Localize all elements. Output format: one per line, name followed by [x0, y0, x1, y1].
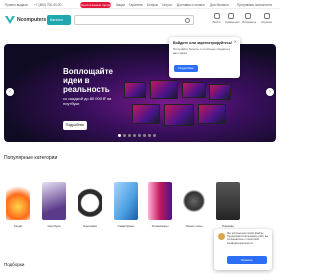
banner-details-button[interactable]: Подробнее — [63, 121, 87, 130]
cookie-banner: Мы используем cookie-файлы. Продолжая ис… — [214, 229, 272, 270]
pagination-dot[interactable] — [153, 134, 156, 137]
cart-icon — [263, 13, 270, 19]
category-label: Телевизоры — [151, 224, 169, 228]
cart-button[interactable]: Корзина — [261, 13, 272, 24]
banner-title: Воплощайте идеи в реальность — [63, 67, 113, 94]
pagination-dot[interactable] — [143, 134, 146, 137]
favorites-button[interactable]: Избранное — [242, 13, 257, 24]
login-popup: ✕ Войдите или зарегистрируйтесь! Получай… — [169, 37, 240, 78]
login-label: Войти — [212, 20, 221, 24]
login-button[interactable]: Войти — [211, 13, 222, 24]
loyalty-link[interactable]: Программа лояльности — [237, 3, 272, 7]
tv-icon — [148, 182, 172, 220]
phone-number[interactable]: +7 (800) 700-00-00 — [34, 3, 61, 7]
categories-title: Популярные категории — [4, 155, 58, 161]
nav-link-promos[interactable]: Акции — [116, 3, 125, 7]
favorites-label: Избранное — [242, 20, 257, 24]
nav-link-business[interactable]: Для бизнеса — [210, 3, 229, 7]
pickup-points-link[interactable]: Пункты выдачи — [5, 3, 28, 7]
pagination-dot[interactable] — [118, 134, 121, 137]
search-icon[interactable] — [185, 18, 190, 23]
banner-subtitle: со скидкой до 80 000 ₽ на ноутбуки — [63, 96, 112, 106]
popup-text: Получайте бонусы и отличные скидки на ва… — [173, 47, 230, 55]
category-item-laptops[interactable]: Ноутбуки — [40, 182, 68, 228]
user-icon — [213, 13, 220, 19]
category-label: Акции — [13, 224, 23, 228]
banner-next-arrow[interactable]: › — [266, 88, 274, 96]
fire-icon — [6, 182, 30, 220]
pagination-dot[interactable] — [138, 134, 141, 137]
compare-button[interactable]: Сравнение — [225, 13, 240, 24]
category-item-smartwatches[interactable]: Умные часы — [180, 182, 208, 228]
category-item-headphones[interactable]: Наушники — [76, 182, 104, 228]
search-input[interactable] — [74, 15, 194, 25]
cookie-icon — [218, 233, 225, 240]
pagination-dot[interactable] — [148, 134, 151, 137]
category-label: Наушники — [82, 224, 98, 228]
pagination-dot[interactable] — [133, 134, 136, 137]
laptop-image — [209, 84, 231, 100]
nav-link-services[interactable]: Услуги — [162, 3, 172, 7]
backpack-icon — [216, 182, 240, 220]
headphones-icon — [78, 182, 102, 220]
laptop-image — [198, 104, 226, 124]
logo-mark-icon — [5, 16, 15, 24]
cookie-text: Мы используем cookie-файлы. Продолжая ис… — [227, 232, 269, 245]
cookie-accept-button[interactable]: Принять — [227, 256, 267, 264]
category-item-backpacks[interactable]: Рюкзаки — [214, 182, 242, 228]
nav-link-bonuses[interactable]: Бонусы — [147, 3, 158, 7]
banner-pagination — [118, 134, 156, 137]
compare-label: Сравнение — [225, 20, 240, 24]
laptop-image — [164, 104, 194, 126]
nav-link-warranty[interactable]: Гарантия — [129, 3, 143, 7]
pagination-dot[interactable] — [128, 134, 131, 137]
category-item-promos[interactable]: Акции — [4, 182, 32, 228]
site-header: Ncomputers Каталог Войти Сравнение Избра… — [0, 9, 280, 31]
compare-icon — [227, 13, 234, 19]
laptop-image — [124, 82, 146, 98]
picks-title: Подборки — [4, 262, 25, 267]
promo-pill[interactable]: Акции в вашем городе — [80, 1, 111, 8]
close-icon[interactable]: ✕ — [234, 39, 237, 44]
logo-text: Ncomputers — [17, 17, 47, 23]
watch-icon — [182, 182, 206, 220]
popup-title: Войдите или зарегистрируйтесь! — [173, 41, 233, 45]
category-label: Смартфоны — [117, 224, 135, 228]
nav-link-delivery[interactable]: Доставка и оплата — [177, 3, 205, 7]
category-item-tvs[interactable]: Телевизоры — [146, 182, 174, 228]
laptop-image — [182, 82, 206, 98]
heart-icon — [244, 13, 251, 19]
pagination-dot[interactable] — [123, 134, 126, 137]
banner-prev-arrow[interactable]: ‹ — [6, 88, 14, 96]
smartphone-icon — [114, 182, 138, 220]
category-label: Рюкзаки — [222, 224, 234, 228]
laptop-icon — [42, 182, 66, 220]
laptop-image — [150, 80, 178, 99]
category-label: Ноутбуки — [47, 224, 61, 228]
catalog-button[interactable]: Каталог — [47, 15, 71, 25]
category-label: Умные часы — [185, 224, 203, 228]
top-bar: Пункты выдачи +7 (800) 700-00-00 Акции в… — [0, 0, 280, 9]
logo[interactable]: Ncomputers — [5, 14, 46, 26]
laptop-image — [132, 104, 160, 124]
cart-label: Корзина — [261, 20, 272, 24]
category-item-smartphones[interactable]: Смартфоны — [112, 182, 140, 228]
popup-details-button[interactable]: Подробнее — [174, 65, 198, 72]
